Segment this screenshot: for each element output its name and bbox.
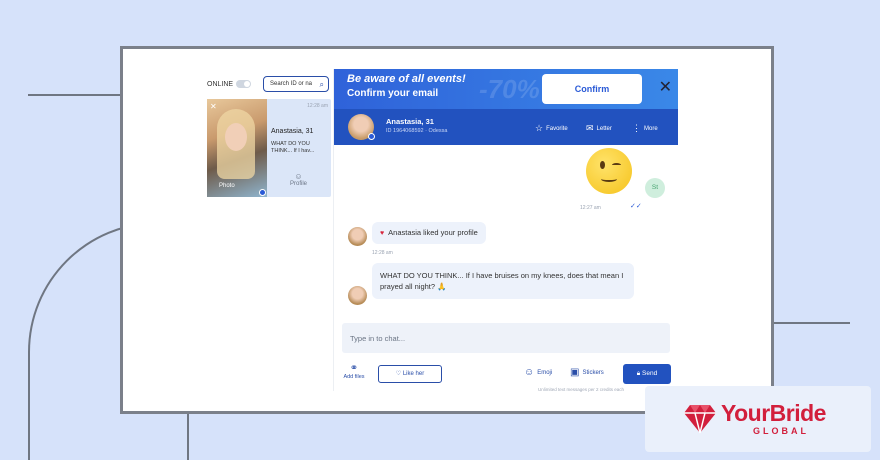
profile-link[interactable]: ☺ Profile: [290, 172, 307, 187]
close-icon[interactable]: ✕: [210, 102, 217, 111]
online-toggle[interactable]: [236, 80, 252, 88]
add-files-button[interactable]: ⚭ Add files: [341, 363, 367, 380]
search-icon[interactable]: ⌕: [320, 80, 324, 90]
wink-emoji-sticker: [586, 148, 632, 194]
heart-outline-icon: ♡: [395, 371, 403, 377]
card-time: 12:28 am: [307, 103, 328, 109]
favorite-button[interactable]: ☆ Favorite: [535, 123, 568, 134]
online-status-dot: [259, 189, 266, 196]
emoji-eye: [600, 161, 605, 169]
brand-logo-card: YourBride GLOBAL: [645, 386, 871, 452]
emoji-mouth: [601, 176, 617, 182]
app-screenshot-frame: ONLINE Search ID or na ⌕ ✕ Photo 12:28 a…: [120, 46, 774, 414]
outgoing-time: 12:27 am: [580, 205, 601, 211]
chat-composer: ⚭ Add files ♡ Like her ☺ Emoji ▣ Sticker…: [334, 311, 678, 411]
like-time: 12:28 am: [372, 250, 393, 256]
search-placeholder: Search ID or na: [270, 81, 313, 87]
stickers-label: Stickers: [582, 369, 604, 376]
brand-name: YourBride: [721, 400, 826, 426]
deco-line-vertical: [187, 414, 189, 460]
heart-icon: ♥: [380, 230, 385, 237]
more-label: More: [644, 125, 658, 132]
photo-face: [225, 123, 247, 151]
chat-header: Anastasia, 31 ID 1964068592 · Odessa ☆ F…: [334, 109, 678, 145]
card-message-preview: WHAT DO YOU THINK... If I hav...: [271, 141, 315, 154]
brand-sub: GLOBAL: [753, 426, 809, 436]
smiley-icon: ☺: [524, 367, 535, 378]
banner-line-2: Confirm your email: [347, 88, 439, 99]
send-button[interactable]: 🔒︎ Send: [623, 364, 671, 384]
chat-input[interactable]: [342, 323, 670, 353]
person-icon: ☺: [294, 172, 303, 181]
banner-close-icon[interactable]: ✕: [659, 77, 672, 97]
like-her-label: Like her: [402, 371, 425, 377]
deco-line-top: [28, 94, 122, 96]
banner-background-text: -70%: [479, 74, 540, 104]
letter-label: Letter: [596, 125, 612, 132]
message-thread: St 12:27 am ✓✓ ♥ Anastasia liked your pro…: [334, 145, 678, 311]
send-label: Send: [642, 370, 658, 377]
like-her-button[interactable]: ♡ Like her: [378, 365, 442, 383]
diamond-icon: [684, 405, 716, 434]
more-vertical-icon: ⋮: [632, 123, 641, 133]
conversation-card[interactable]: ✕ Photo 12:28 am Anastasia, 31 WHAT DO Y…: [207, 99, 331, 197]
banner-line-1: Be aware of all events!: [347, 73, 466, 85]
contact-id-location: ID 1964068592 · Odessa: [386, 128, 448, 134]
online-status-dot: [368, 133, 375, 140]
more-button[interactable]: ⋮ More: [632, 123, 658, 134]
contact-name: Anastasia, 31: [386, 117, 434, 126]
paperclip-icon: ⚭: [349, 363, 359, 374]
online-filter[interactable]: ONLINE: [207, 80, 252, 88]
search-input[interactable]: Search ID or na ⌕: [263, 76, 329, 92]
online-label: ONLINE: [207, 80, 234, 88]
deco-line-right: [774, 322, 850, 324]
read-checkmarks-icon: ✓✓: [630, 203, 642, 210]
profile-label: Profile: [290, 181, 308, 187]
star-icon: ☆: [535, 123, 544, 133]
emoji-label: Emoji: [537, 369, 553, 376]
user-avatar: St: [645, 178, 665, 198]
photo-label: Photo: [219, 183, 235, 189]
credits-note: Unlimited text messages per 2 credits ea…: [538, 387, 625, 392]
contact-photo[interactable]: ✕ Photo: [207, 99, 267, 197]
envelope-icon: ✉: [586, 123, 594, 133]
confirm-button[interactable]: Confirm: [542, 74, 642, 104]
contact-avatar-small[interactable]: [348, 286, 367, 305]
sticker-icon: ▣: [570, 367, 580, 378]
conversation-list-panel: ONLINE Search ID or na ⌕ ✕ Photo 12:28 a…: [207, 69, 334, 391]
favorite-label: Favorite: [546, 125, 568, 132]
like-notification: ♥ Anastasia liked your profile: [372, 222, 486, 244]
emoji-wink: [612, 163, 621, 167]
emoji-button[interactable]: ☺ Emoji: [524, 367, 552, 378]
add-files-label: Add files: [343, 374, 365, 380]
confirm-email-banner: -70% Be aware of all events! Confirm you…: [334, 69, 678, 109]
like-text: Anastasia liked your profile: [388, 228, 478, 237]
incoming-message: WHAT DO YOU THINK... If I have bruises o…: [372, 263, 634, 299]
letter-button[interactable]: ✉ Letter: [586, 123, 612, 134]
contact-avatar-small[interactable]: [348, 227, 367, 246]
card-contact-name: Anastasia, 31: [271, 128, 314, 135]
stickers-button[interactable]: ▣ Stickers: [570, 367, 604, 378]
